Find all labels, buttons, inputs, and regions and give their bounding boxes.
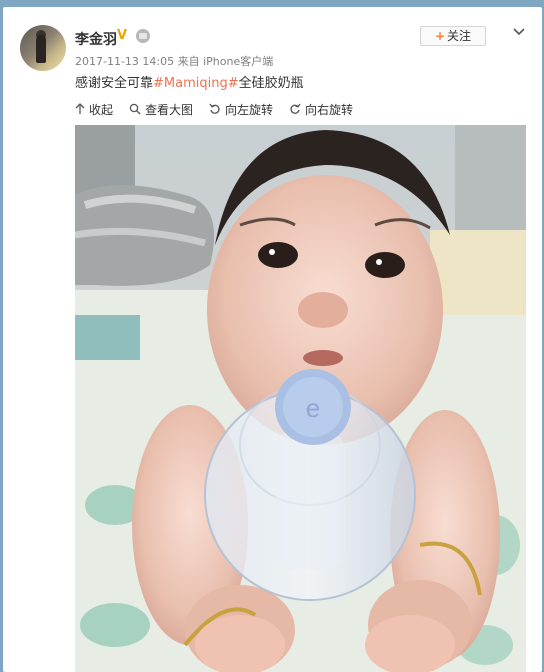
follow-button[interactable]: + 关注 — [420, 26, 486, 46]
follow-label: 关注 — [447, 29, 472, 43]
collapse-label: 收起 — [89, 102, 114, 117]
collapse-button[interactable]: 收起 — [75, 101, 113, 118]
rotate-right-icon — [290, 103, 301, 114]
chevron-down-icon[interactable] — [511, 24, 527, 40]
post-text-before: 感谢安全可靠 — [75, 76, 154, 91]
username[interactable]: 李金羽 — [75, 29, 117, 49]
post-source: 来自 iPhone客户端 — [177, 55, 274, 68]
rotate-left-button[interactable]: 向左旋转 — [209, 101, 273, 118]
post-photo[interactable]: e — [75, 125, 526, 672]
post-text-after: 全硅胶奶瓶 — [238, 76, 304, 91]
rotate-right-button[interactable]: 向右旋转 — [289, 101, 353, 118]
post-text: 感谢安全可靠#Mamiqing#全硅胶奶瓶 — [75, 72, 304, 91]
verified-v-icon: V — [117, 28, 128, 43]
rotate-left-icon — [209, 103, 220, 114]
post-timestamp[interactable]: 2017-11-13 14:05 — [75, 55, 174, 68]
image-toolbar: 收起 查看大图 向左旋转 向右旋转 — [75, 101, 369, 117]
hashtag-link[interactable]: #Mamiqing# — [153, 76, 239, 91]
view-large-button[interactable]: 查看大图 — [129, 101, 193, 118]
member-badge-icon — [136, 29, 150, 43]
rotate-right-label: 向右旋转 — [305, 102, 354, 117]
view-large-label: 查看大图 — [145, 102, 194, 117]
avatar-figure-body — [36, 35, 46, 63]
rotate-left-label: 向左旋转 — [225, 102, 274, 117]
svg-text:e: e — [306, 393, 320, 423]
post-meta: 2017-11-13 14:05 来自 iPhone客户端 — [75, 53, 273, 69]
avatar[interactable] — [20, 25, 66, 71]
collapse-arrow-icon — [75, 103, 85, 114]
plus-icon: + — [434, 29, 446, 43]
magnifier-icon — [129, 103, 141, 115]
